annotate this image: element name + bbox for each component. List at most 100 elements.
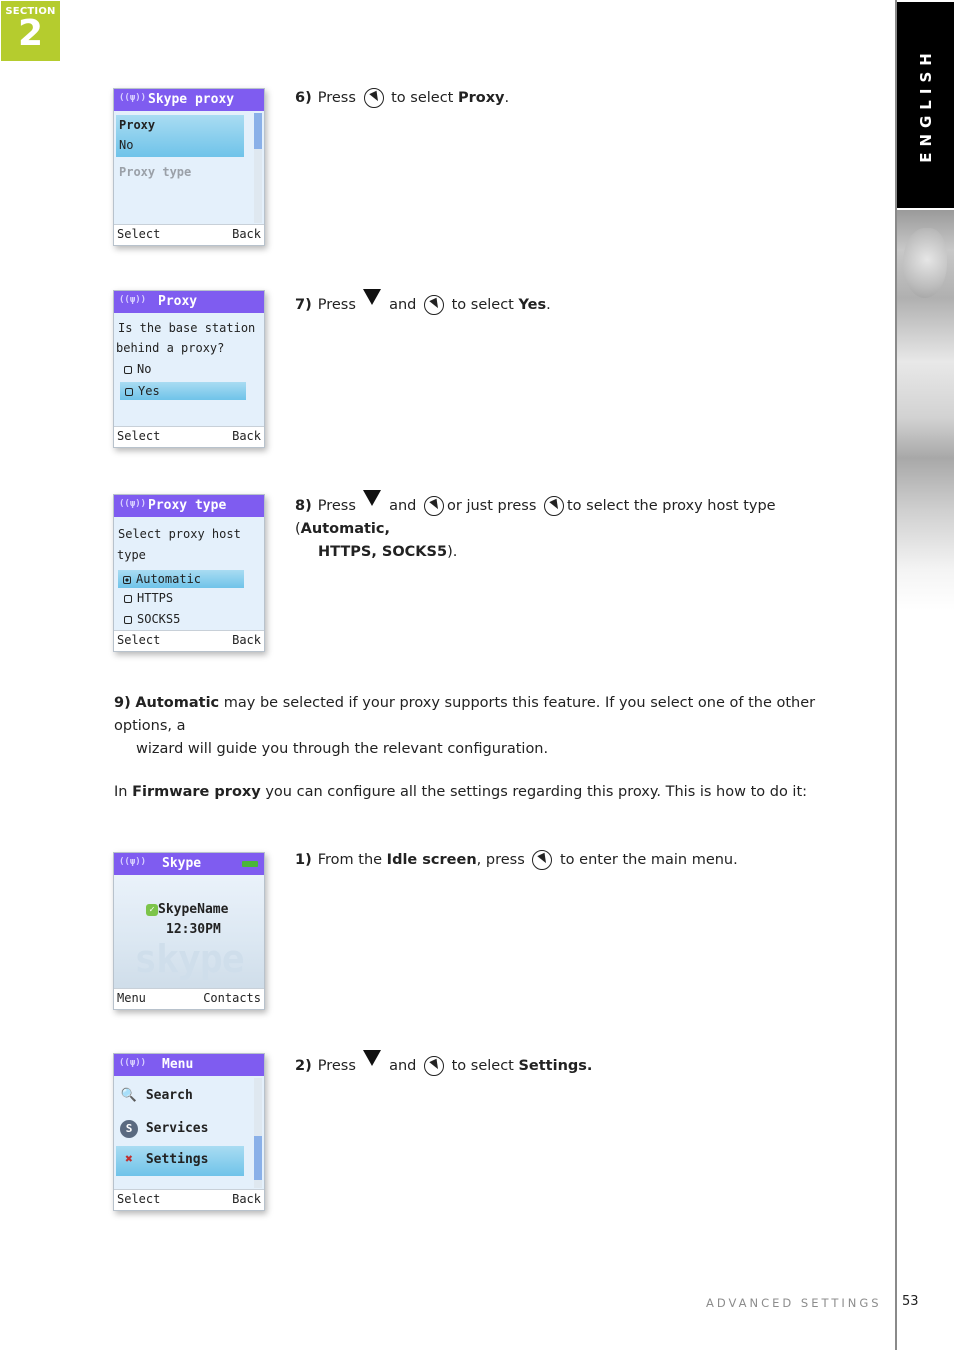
signal-icon: ((ψ))	[119, 295, 147, 305]
firmware-step-1: 1) From the Idle screen, press to enter t…	[295, 849, 738, 872]
tools-icon: ✖	[125, 1152, 133, 1167]
item-value: No	[119, 138, 134, 152]
softkey-back[interactable]: Back	[232, 633, 261, 647]
scrollbar[interactable]	[254, 1078, 262, 1188]
step-text: , press	[476, 852, 525, 868]
step-text: Press	[317, 498, 356, 514]
menu-item-proxy-type[interactable]: Proxy type	[119, 165, 191, 179]
step-text: and	[389, 1058, 417, 1074]
softkey-select[interactable]: Select	[117, 633, 160, 647]
step-text: may be selected if your proxy supports t…	[114, 695, 816, 734]
radio-icon	[124, 615, 132, 624]
option-no[interactable]: No	[124, 362, 151, 376]
step-text: From the	[317, 852, 383, 868]
nav-key-icon	[424, 496, 444, 516]
softkey-menu[interactable]: Menu	[117, 991, 146, 1005]
phone-screen-proxy: ((ψ)) Proxy Is the base station behind a …	[113, 290, 265, 448]
signal-icon: ((ψ))	[119, 857, 147, 867]
skype-watermark: skype	[134, 937, 244, 981]
softkey-back[interactable]: Back	[232, 227, 261, 241]
prompt-line: Is the base station	[118, 321, 256, 335]
step-text: wizard will guide you through the releva…	[136, 741, 549, 757]
item-label: Search	[145, 1088, 193, 1103]
screen-title: Skype proxy	[148, 92, 235, 107]
signal-icon: ((ψ))	[119, 499, 147, 509]
radio-icon	[124, 594, 132, 603]
screen-title: Proxy type	[148, 498, 227, 513]
step-text: Press	[317, 297, 356, 313]
step-text: .	[546, 297, 551, 313]
softkey-select[interactable]: Select	[117, 227, 160, 241]
option-automatic[interactable]: Automatic	[118, 570, 244, 588]
step-number: 7)	[295, 297, 312, 313]
scrollbar[interactable]	[254, 113, 262, 223]
nav-key-icon	[424, 1056, 444, 1076]
option-label: Yes	[138, 384, 160, 398]
status-user: ✓ SkypeName	[146, 902, 228, 917]
softkey-select[interactable]: Select	[117, 429, 160, 443]
step-bold: Settings.	[518, 1058, 593, 1074]
scroll-thumb[interactable]	[254, 1136, 262, 1180]
intro-text: In	[114, 784, 133, 800]
option-label: Automatic	[136, 572, 202, 586]
item-label: Proxy	[119, 118, 156, 132]
intro-text: you can configure all the settings regar…	[260, 784, 808, 800]
step-bold: Automatic,	[300, 521, 391, 537]
option-https[interactable]: HTTPS	[124, 591, 173, 605]
language-tab: ENGLISH	[897, 2, 954, 208]
radio-icon	[124, 365, 132, 374]
step-bold: Idle screen	[386, 852, 477, 868]
step-text: to enter the main menu.	[560, 852, 738, 868]
option-label: No	[137, 362, 152, 376]
prompt-line: Select proxy host	[118, 527, 241, 541]
clock-time: 12:30PM	[166, 922, 221, 937]
scroll-thumb[interactable]	[254, 113, 262, 149]
step-number: 2)	[295, 1058, 312, 1074]
page-number: 53	[902, 1294, 919, 1309]
step-9: 9) Automatic may be selected if your pro…	[114, 692, 854, 761]
softkey-contacts[interactable]: Contacts	[203, 991, 261, 1005]
prompt-line: behind a proxy?	[116, 341, 225, 355]
nav-key-icon	[424, 295, 444, 315]
signal-icon: ((ψ))	[119, 93, 147, 103]
option-label: SOCKS5	[137, 612, 181, 626]
screen-title: Proxy	[158, 294, 198, 309]
item-label: Services	[145, 1121, 209, 1136]
step-number: 6)	[295, 90, 312, 106]
radio-selected-icon	[123, 575, 131, 584]
step-text: and	[389, 498, 417, 514]
step-number: 1)	[295, 852, 312, 868]
step-text: Press	[317, 1058, 356, 1074]
menu-item-settings[interactable]: ✖ Settings	[116, 1146, 244, 1176]
firmware-proxy-intro: In Firmware proxy you can configure all …	[114, 781, 854, 804]
menu-item-services[interactable]: S Services	[120, 1120, 208, 1138]
step-text: and	[389, 297, 417, 313]
step-6: 6) Press to select Proxy.	[295, 87, 509, 110]
nav-key-icon	[532, 850, 553, 870]
phone-screen-menu: ((ψ)) Menu 🔍 Search S Services ✖ Settings…	[113, 1053, 265, 1211]
signal-icon: ((ψ))	[119, 1058, 147, 1068]
step-7: 7) Press and to select Yes.	[295, 289, 551, 317]
step-text: .	[504, 90, 510, 106]
footer-chapter-title: ADVANCED SETTINGS	[706, 1296, 882, 1310]
option-yes[interactable]: Yes	[120, 382, 246, 400]
down-arrow-icon	[362, 1050, 381, 1066]
menu-item-search[interactable]: 🔍 Search	[120, 1088, 193, 1103]
menu-item-proxy[interactable]: Proxy No	[116, 115, 244, 157]
language-label: ENGLISH	[916, 47, 935, 163]
skype-services-icon: S	[120, 1120, 138, 1138]
phone-screen-skype-proxy: ((ψ)) Skype proxy Proxy No Proxy type Se…	[113, 88, 265, 246]
phone-screen-proxy-type: ((ψ)) Proxy type Select proxy host type A…	[113, 494, 265, 652]
step-bold: Automatic	[135, 695, 220, 711]
softkey-back[interactable]: Back	[232, 1192, 261, 1206]
intro-bold: Firmware proxy	[132, 784, 261, 800]
option-socks5[interactable]: SOCKS5	[124, 612, 180, 626]
softkey-back[interactable]: Back	[232, 429, 261, 443]
nav-key-icon	[363, 88, 384, 108]
softkey-select[interactable]: Select	[117, 1192, 160, 1206]
step-text: to select	[391, 90, 454, 106]
step-bold: Yes	[518, 297, 547, 313]
step-text: Press	[317, 90, 356, 106]
section-number: 2	[17, 13, 44, 54]
user-name: SkypeName	[158, 902, 229, 917]
